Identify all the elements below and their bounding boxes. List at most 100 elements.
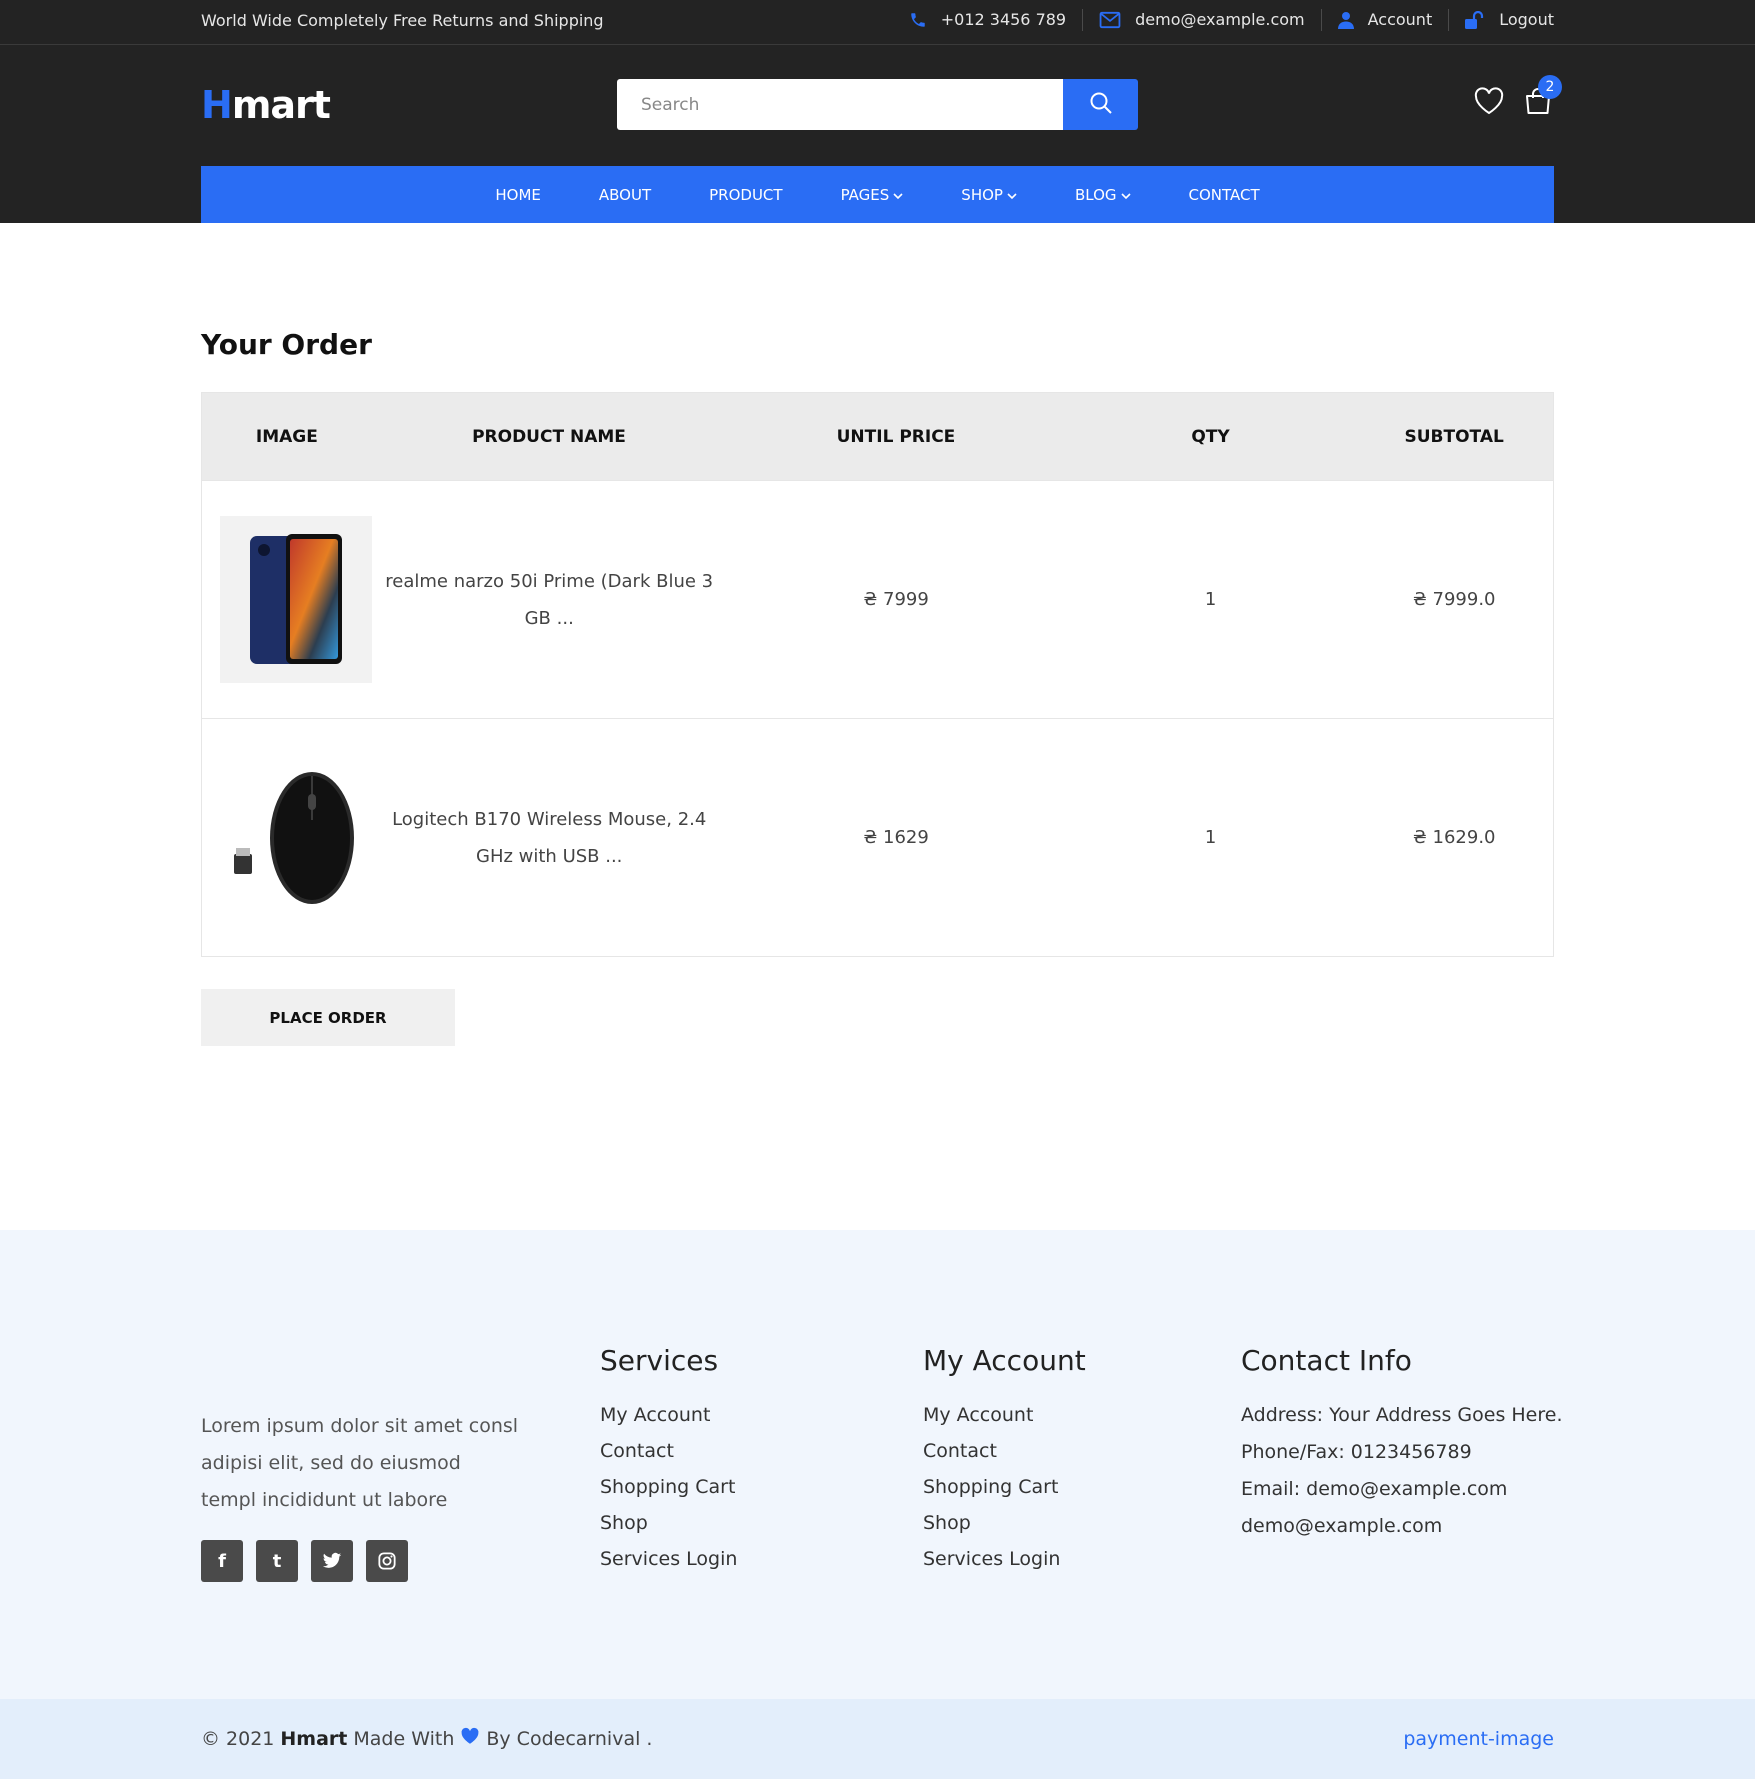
nav-about-label: ABOUT: [598, 185, 652, 204]
logo-text: mart: [231, 83, 331, 127]
header-qty: QTY: [1191, 426, 1230, 447]
mouse-product-image[interactable]: [220, 754, 372, 921]
subtotal: ₴ 1629.0: [1412, 827, 1496, 848]
email-address: demo@example.com: [1135, 10, 1305, 29]
search-bar: [617, 79, 1138, 130]
chevron-down-icon: [1120, 186, 1131, 204]
services-link[interactable]: My Account: [600, 1397, 737, 1433]
mail-icon: [1099, 11, 1121, 29]
account-link[interactable]: Shopping Cart: [923, 1469, 1086, 1505]
top-bar: World Wide Completely Free Returns and S…: [0, 0, 1755, 45]
search-button[interactable]: [1063, 79, 1138, 130]
unit-price: ₴ 1629: [863, 827, 929, 848]
table-row: Logitech B170 Wireless Mouse, 2.4 GHz wi…: [202, 718, 1553, 956]
nav-product[interactable]: PRODUCT: [680, 186, 811, 204]
services-link[interactable]: Services Login: [600, 1541, 737, 1577]
payment-image: payment-image: [1403, 1728, 1554, 1750]
contact-phone: Phone/Fax: 0123456789: [1241, 1441, 1472, 1463]
phone-product-image[interactable]: [220, 516, 372, 683]
heart-icon[interactable]: [1474, 87, 1504, 119]
quantity: 1: [1204, 589, 1217, 610]
order-table: IMAGE PRODUCT NAME UNTIL PRICE QTY SUBTO…: [201, 392, 1554, 957]
heart-icon: [460, 1727, 480, 1750]
product-name[interactable]: Logitech B170 Wireless Mouse, 2.4 GHz wi…: [372, 801, 726, 875]
phone-number: +012 3456 789: [940, 10, 1067, 29]
header-product-name: PRODUCT NAME: [472, 426, 626, 447]
header-icons: 2: [1474, 75, 1562, 119]
nav-product-label: PRODUCT: [709, 185, 783, 204]
nav-shop-label: SHOP: [961, 185, 1003, 204]
nav-contact-label: CONTACT: [1188, 185, 1260, 204]
product-image-cell: [202, 516, 372, 683]
search-input[interactable]: [617, 79, 1063, 130]
contact-email: Email: demo@example.com: [1241, 1478, 1508, 1500]
account-label: Account: [1367, 10, 1433, 29]
account-link[interactable]: Services Login: [923, 1541, 1086, 1577]
table-row: realme narzo 50i Prime (Dark Blue 3 GB .…: [202, 480, 1553, 718]
account-link[interactable]: Account: [1320, 9, 1449, 31]
nav-home[interactable]: HOME: [466, 186, 570, 204]
shopping-bag-icon: [1524, 88, 1552, 119]
nav-blog-label: BLOG: [1074, 185, 1117, 204]
footer-my-account: My Account My Account Contact Shopping C…: [923, 1344, 1086, 1577]
logout-label: Logout: [1499, 10, 1554, 29]
services-link[interactable]: Shop: [600, 1505, 737, 1541]
header-image: IMAGE: [255, 426, 318, 447]
contact-address: Address: Your Address Goes Here.: [1241, 1404, 1563, 1426]
chevron-down-icon: [893, 186, 903, 204]
user-icon: [1337, 11, 1354, 29]
copyright-by[interactable]: By Codecarnival .: [486, 1728, 652, 1750]
logout-link[interactable]: Logout: [1448, 9, 1554, 31]
twitter-icon[interactable]: [311, 1540, 353, 1582]
table-header: IMAGE PRODUCT NAME UNTIL PRICE QTY SUBTO…: [202, 393, 1553, 480]
nav-pages[interactable]: PAGES: [812, 186, 933, 204]
header-price: UNTIL PRICE: [836, 426, 956, 447]
nav-shop[interactable]: SHOP: [932, 186, 1046, 204]
subtotal: ₴ 7999.0: [1412, 589, 1496, 610]
chevron-down-icon: [1007, 186, 1017, 204]
logo[interactable]: Hmart: [201, 83, 331, 127]
copyright-year: © 2021: [201, 1727, 275, 1750]
copyright-text: © 2021 Hmart Made With By Codecarnival .: [201, 1727, 652, 1750]
email-link[interactable]: demo@example.com: [1082, 9, 1321, 31]
site-header: Hmart 2 HOME ABOUT PRODUCT PAGES SHOP BL…: [0, 45, 1755, 223]
phone-icon: [909, 11, 927, 29]
page-title: Your Order: [201, 328, 372, 361]
unit-price: ₴ 7999: [863, 589, 929, 610]
copyright-bar: © 2021 Hmart Made With By Codecarnival .…: [0, 1699, 1755, 1779]
phone-link[interactable]: +012 3456 789: [893, 9, 1082, 31]
place-order-button[interactable]: PLACE ORDER: [201, 989, 455, 1046]
main-nav: HOME ABOUT PRODUCT PAGES SHOP BLOG CONTA…: [201, 166, 1554, 223]
tumblr-icon[interactable]: t: [256, 1540, 298, 1582]
logo-initial: H: [201, 83, 233, 127]
nav-about[interactable]: ABOUT: [570, 186, 680, 204]
search-icon: [1089, 91, 1113, 119]
account-link[interactable]: Contact: [923, 1433, 1086, 1469]
product-image-cell: [202, 754, 372, 921]
account-link[interactable]: My Account: [923, 1397, 1086, 1433]
services-link[interactable]: Shopping Cart: [600, 1469, 737, 1505]
copyright-brand[interactable]: Hmart: [280, 1728, 347, 1750]
services-title: Services: [600, 1344, 719, 1377]
nav-contact[interactable]: CONTACT: [1160, 186, 1289, 204]
instagram-icon[interactable]: [366, 1540, 408, 1582]
quantity: 1: [1204, 827, 1217, 848]
top-links: +012 3456 789 demo@example.com Account L…: [893, 9, 1554, 31]
footer-about-text: Lorem ipsum dolor sit amet consl adipisi…: [201, 1415, 519, 1511]
facebook-icon[interactable]: f: [201, 1540, 243, 1582]
social-links: f t: [201, 1540, 408, 1582]
cart-count-badge: 2: [1538, 75, 1562, 99]
account-link[interactable]: Shop: [923, 1505, 1086, 1541]
my-account-title: My Account: [923, 1344, 1086, 1377]
copyright-made: Made With: [353, 1727, 455, 1750]
services-link[interactable]: Contact: [600, 1433, 737, 1469]
contact-info-title: Contact Info: [1241, 1344, 1412, 1377]
product-name[interactable]: realme narzo 50i Prime (Dark Blue 3 GB .…: [372, 563, 726, 637]
cart-button[interactable]: 2: [1524, 75, 1562, 119]
footer-services: Services My Account Contact Shopping Car…: [600, 1344, 737, 1577]
promo-text: World Wide Completely Free Returns and S…: [201, 11, 604, 30]
nav-home-label: HOME: [495, 185, 541, 204]
nav-blog[interactable]: BLOG: [1046, 186, 1160, 204]
footer: Lorem ipsum dolor sit amet consl adipisi…: [0, 1230, 1755, 1699]
contact-email-secondary: demo@example.com: [1241, 1515, 1443, 1537]
